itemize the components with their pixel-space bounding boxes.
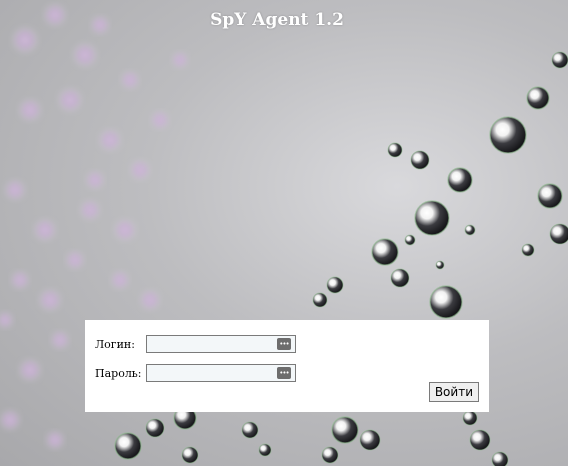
login-button[interactable]: Войти [428,382,479,402]
password-row: Пароль: ••• [95,363,296,383]
login-input[interactable] [147,337,281,351]
password-label: Пароль: [95,366,142,380]
login-row: Логин: ••• [95,334,296,354]
login-panel: Логин: ••• Пароль: ••• Войти [85,320,489,412]
login-field[interactable]: ••• [146,335,296,353]
password-manager-icon[interactable]: ••• [277,367,291,379]
app-title: SpY Agent 1.2 [210,10,344,30]
password-input[interactable] [147,366,281,380]
password-field[interactable]: ••• [146,364,296,382]
password-manager-icon[interactable]: ••• [277,338,291,350]
login-label: Логин: [95,337,135,351]
